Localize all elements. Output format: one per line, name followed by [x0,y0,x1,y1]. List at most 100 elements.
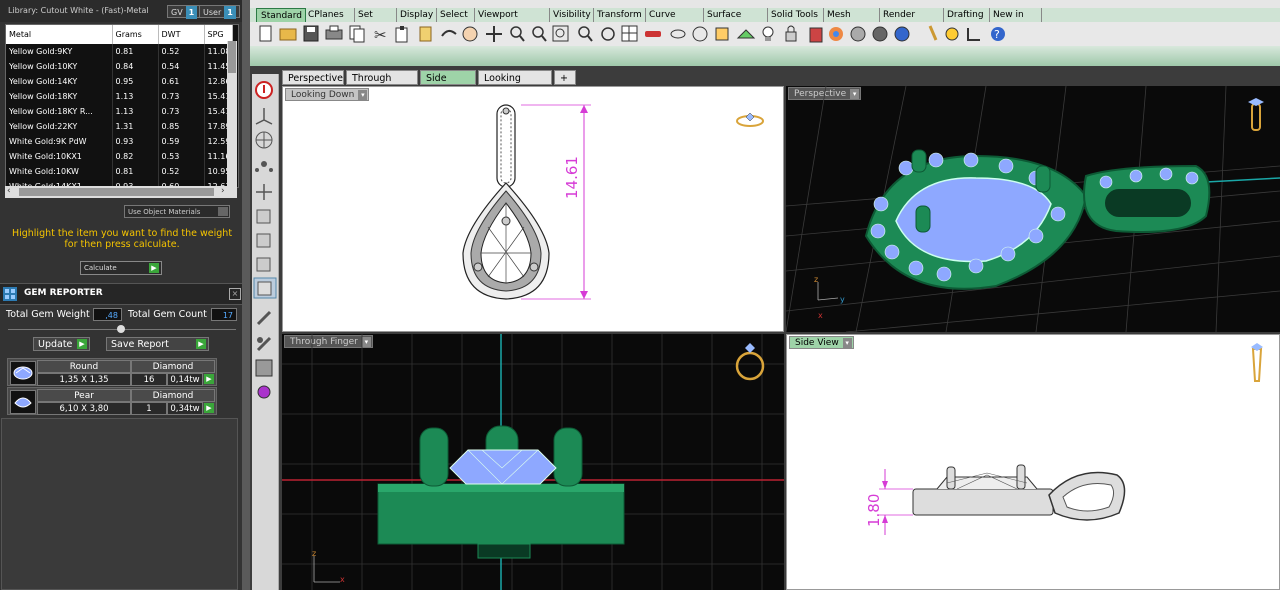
play-icon[interactable]: ▶ [204,403,214,413]
new-file-icon[interactable] [259,25,272,42]
user-button[interactable]: User 1 [199,5,240,19]
play-icon[interactable]: ▶ [204,374,214,384]
tab-display[interactable]: Display [396,8,437,22]
car-icon[interactable] [645,31,661,37]
calculate-button[interactable]: Calculate ▶ [80,261,162,275]
box-selected-icon[interactable] [253,277,277,299]
gem-row[interactable]: Pear Diamond 6,10 X 3,80 1 0,34tw ▶ [7,387,217,415]
viewport-looking-down[interactable]: Looking Down ▾ 14.61 [282,86,784,332]
gem-grid-icon[interactable] [255,359,273,377]
save-report-button[interactable]: Save Report ▶ [106,337,209,351]
gear-icon[interactable] [945,27,959,41]
nodes-icon[interactable] [255,161,273,172]
tab-viewport-layout[interactable]: Viewport Layout [474,8,550,34]
tab-solid-tools[interactable]: Solid Tools [767,8,824,22]
table-vertical-scrollbar[interactable] [227,41,237,186]
camera-icon[interactable] [670,29,686,39]
tab-transform[interactable]: Transform [593,8,646,22]
pan-hand-icon[interactable] [462,26,478,42]
box-icon[interactable] [256,209,271,224]
axis-icon[interactable] [255,108,273,125]
tab-curve-tools[interactable]: Curve Tools [645,8,704,34]
table-row[interactable]: Yellow Gold:10KY 0.84 0.54 11.45 [6,59,233,74]
viewport-tab-through-finger[interactable]: Through Finger [346,70,418,99]
viewport-side-view[interactable]: Side View ▾ 1.80 [786,334,1280,590]
snap-icon[interactable] [967,28,980,41]
table-row[interactable]: Yellow Gold:22KY 1.31 0.85 17.89 [6,119,233,134]
shaded-sphere-icon[interactable] [872,26,888,42]
undo-icon[interactable] [441,30,457,37]
tools-icon[interactable] [256,336,272,352]
viewport-tab-side-view[interactable]: Side View [420,70,476,99]
table-row[interactable]: White Gold:9K PdW 0.93 0.59 12.59 [6,134,233,149]
table-row[interactable]: White Gold:10KW 0.81 0.52 10.95 [6,164,233,179]
box-icon[interactable] [256,233,271,248]
paste-icon[interactable] [395,26,408,43]
help-icon[interactable]: ? [991,27,1005,41]
column-header[interactable]: Metal [6,25,113,44]
print-icon[interactable] [325,25,343,40]
properties-icon[interactable] [809,27,823,43]
cplane-icon[interactable] [692,26,708,42]
light-bulb-icon[interactable] [762,26,774,41]
info-icon[interactable] [255,81,273,99]
splitter-handle[interactable] [117,325,125,333]
table-row[interactable]: Yellow Gold:18KY 1.13 0.73 15.41 [6,89,233,104]
color-wheel-icon[interactable] [829,27,843,41]
zoom-selected-icon[interactable] [578,26,593,42]
tab-mesh-tools[interactable]: Mesh Tools [823,8,880,34]
rendered-sphere-icon[interactable] [894,26,910,42]
add-viewport-icon[interactable]: + [554,70,576,85]
gem-row[interactable]: Round Diamond 1,35 X 1,35 16 0,14tw ▶ [7,358,217,386]
save-icon[interactable] [303,25,319,42]
tab-cplanes[interactable]: CPlanes [304,8,355,22]
column-header[interactable]: DWT [158,25,205,44]
zoom-window-icon[interactable] [532,26,547,42]
open-folder-icon[interactable] [279,28,297,41]
tab-render-tools[interactable]: Render Tools [879,8,944,34]
select-points-icon[interactable] [715,27,729,41]
close-icon[interactable]: × [229,288,241,300]
use-object-materials-button[interactable]: Use Object Materials [124,205,230,218]
layer-icon[interactable] [736,29,756,39]
scroll-right-icon[interactable]: › [221,186,225,196]
transform-icon[interactable] [256,184,272,200]
table-horizontal-scrollbar[interactable]: ‹ › [5,186,237,198]
metal-weight-table[interactable]: Metal Grams DWT SPG Yellow Gold:9KY 0.81 0.52… [5,24,239,188]
viewport-through-finger[interactable]: Through Finger ▾ z x [282,334,784,590]
scroll-left-icon[interactable]: ‹ [7,186,11,196]
lock-icon[interactable] [785,25,797,42]
table-row[interactable]: Yellow Gold:14KY 0.95 0.61 12.86 [6,74,233,89]
axis-y-label: y [840,295,845,304]
panel-splitter[interactable] [242,0,250,590]
tab-visibility[interactable]: Visibility [549,8,594,22]
clipboard-icon[interactable] [419,26,432,42]
rotate-view-icon[interactable] [601,27,615,41]
table-row[interactable]: White Gold:10KX1 0.82 0.53 11.16 [6,149,233,164]
sphere-grid-icon[interactable] [255,131,273,149]
gv-button[interactable]: GV 1 [167,5,202,19]
gear-icon[interactable] [257,385,271,399]
update-button[interactable]: Update ▶ [33,337,90,351]
options-icon[interactable] [928,25,938,41]
tab-set-view[interactable]: Set View [354,8,397,34]
render-sphere-icon[interactable] [850,26,866,42]
copy-icon[interactable] [349,25,365,43]
brush-icon[interactable] [256,310,272,326]
tab-select[interactable]: Select [436,8,475,22]
viewport-tab-perspective[interactable]: Perspective [282,70,344,85]
column-header[interactable]: Grams [112,25,159,44]
tab-drafting[interactable]: Drafting [943,8,990,22]
table-row[interactable]: Yellow Gold:9KY 0.81 0.52 11.08 [6,44,233,59]
cut-icon[interactable]: ✂ [374,26,387,44]
four-view-icon[interactable] [621,25,638,42]
box-icon[interactable] [256,257,271,272]
tab-new-in-v5[interactable]: New in V5 [989,8,1042,34]
viewport-perspective[interactable]: Perspective ▾ z y x [786,86,1280,332]
tab-surface-tools[interactable]: Surface Tools [703,8,768,34]
table-row[interactable]: Yellow Gold:18KY R... 1.13 0.73 15.41 [6,104,233,119]
move-icon[interactable] [486,26,502,42]
zoom-icon[interactable] [510,26,525,42]
viewport-tab-looking-down[interactable]: Looking Down [478,70,552,99]
zoom-extents-icon[interactable] [552,25,569,42]
